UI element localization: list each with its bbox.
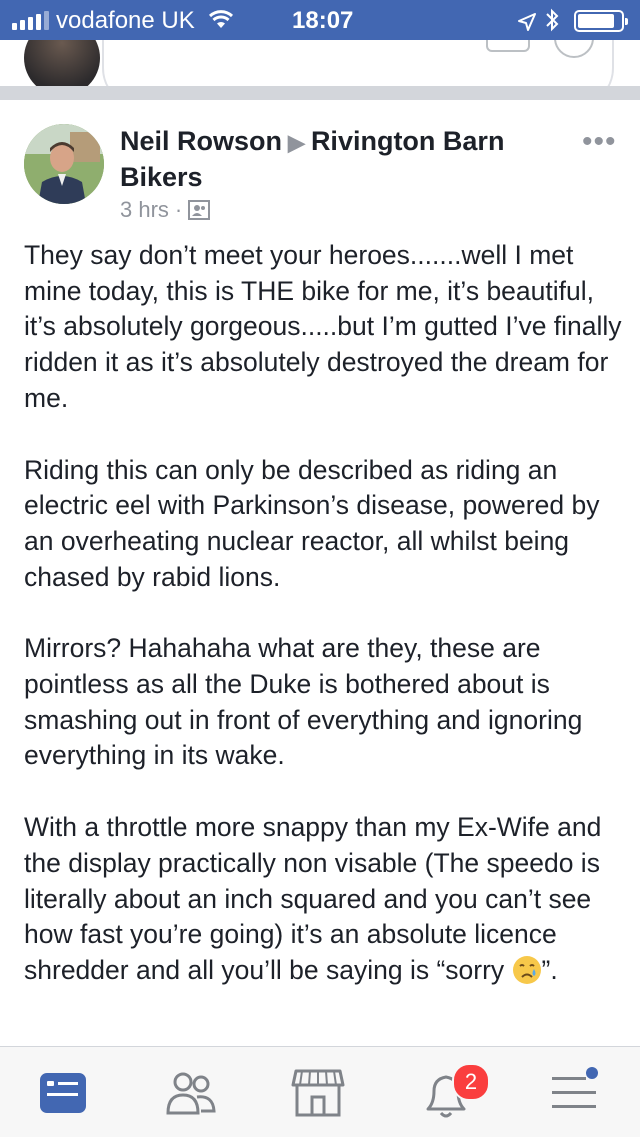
- post-text: They say don’t meet your heroes.......we…: [24, 238, 624, 1025]
- author-avatar[interactable]: [24, 124, 104, 204]
- notifications-badge: 2: [452, 1063, 490, 1101]
- news-feed-icon: [40, 1073, 86, 1113]
- play-arrow-icon: ▶: [288, 130, 305, 155]
- post-header: Neil Rowson ▶ Rivington Barn Bikers: [120, 124, 560, 195]
- menu-indicator-dot: [586, 1067, 598, 1079]
- tab-news-feed[interactable]: [38, 1067, 98, 1127]
- post-meta: 3 hrs ·: [120, 197, 211, 223]
- battery-icon: [574, 10, 628, 32]
- signal-icon: [12, 11, 49, 30]
- post-paragraph: They say don’t meet your heroes.......we…: [24, 240, 629, 413]
- meta-separator: ·: [174, 197, 183, 222]
- tab-groups[interactable]: [163, 1067, 223, 1127]
- wifi-icon: [208, 8, 234, 37]
- composer-strip: [0, 40, 640, 88]
- more-options-icon[interactable]: •••: [582, 127, 617, 157]
- crying-face-icon: [512, 955, 542, 985]
- camera-icon[interactable]: [486, 40, 530, 52]
- closing-quote: ”.: [541, 954, 558, 985]
- post-time[interactable]: 3 hrs: [120, 197, 169, 223]
- marketplace-icon: [291, 1069, 345, 1117]
- location-icon: [518, 10, 536, 38]
- post-paragraph: Mirrors? Hahahaha what are they, these a…: [24, 633, 590, 771]
- current-user-avatar[interactable]: [24, 40, 100, 88]
- status-bar: vodafone UK 18:07: [0, 0, 640, 40]
- post-paragraph-last: With a throttle more snappy than my Ex-W…: [24, 810, 624, 989]
- post-paragraph: Riding this can only be described as rid…: [24, 454, 607, 592]
- feed-divider: [0, 86, 640, 100]
- status-time: 18:07: [292, 7, 354, 34]
- whats-on-your-mind-input[interactable]: [102, 40, 614, 88]
- bluetooth-icon: [544, 8, 560, 39]
- author-name[interactable]: Neil Rowson: [120, 126, 282, 156]
- group-privacy-icon: [188, 200, 211, 220]
- people-icon: [166, 1072, 216, 1115]
- tab-marketplace[interactable]: [290, 1067, 350, 1127]
- tab-menu[interactable]: [548, 1067, 608, 1127]
- carrier-name: vodafone UK: [56, 7, 195, 34]
- bottom-tab-bar: 2: [0, 1046, 640, 1137]
